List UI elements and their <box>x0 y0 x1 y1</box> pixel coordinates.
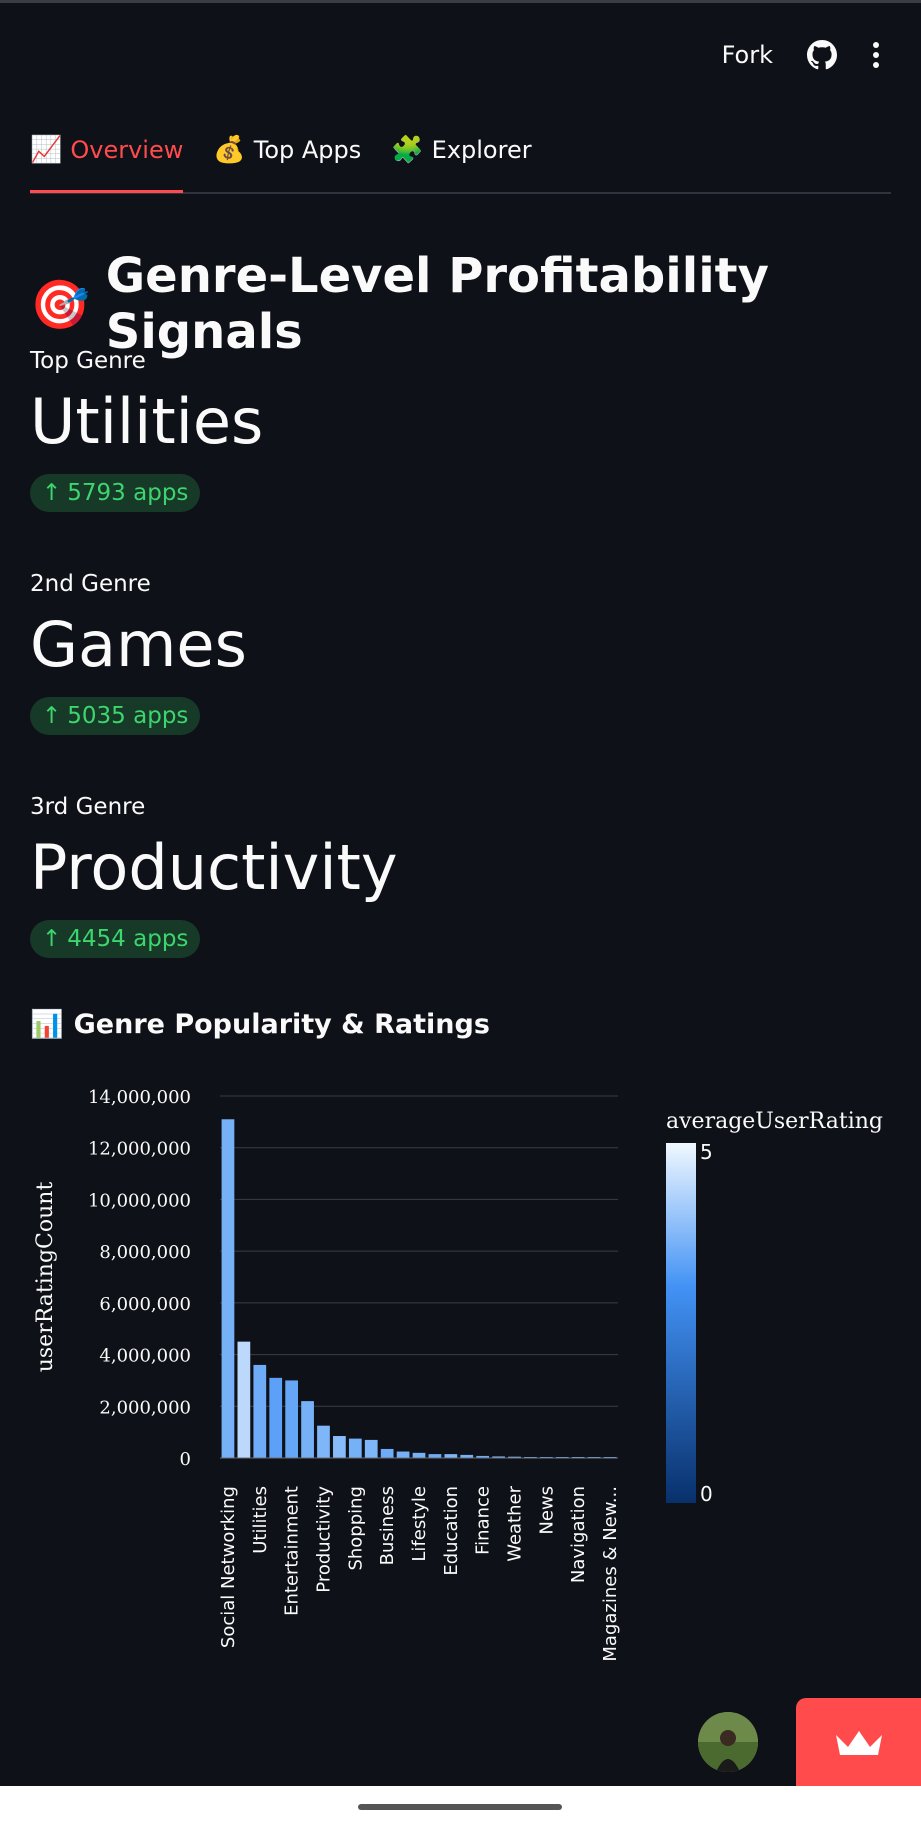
page-title: 🎯 Genre-Level Profitability Signals <box>30 248 921 360</box>
x-tick-label: Lifestyle <box>409 1486 430 1562</box>
bar-7 <box>333 1436 346 1458</box>
bar-12 <box>412 1452 426 1458</box>
bar-3 <box>269 1377 283 1458</box>
tab-label: Explorer <box>431 136 532 164</box>
github-icon[interactable] <box>807 40 837 70</box>
x-tick-label: News <box>536 1486 557 1535</box>
bar-9 <box>364 1439 378 1458</box>
x-tick-label: Business <box>377 1486 398 1565</box>
tab-top-apps[interactable]: 💰 Top Apps <box>213 130 361 170</box>
metric-value: Games <box>30 608 247 681</box>
page-title-text: Genre-Level Profitability Signals <box>105 248 769 360</box>
colorbar-title: averageUserRating <box>666 1109 883 1134</box>
genre-bar-chart[interactable]: 0 2,000,000 4,000,000 6,000,000 8,000,000 10,… <box>0 1070 921 1700</box>
arrow-up-icon: ↑ <box>42 480 62 507</box>
bar-14 <box>444 1454 458 1458</box>
tab-explorer[interactable]: 🧩 Explorer <box>391 130 531 170</box>
metric-delta: ↑ 4454 apps <box>30 920 201 959</box>
toolbar: Fork <box>722 40 881 70</box>
metric-value: Utilities <box>30 385 264 458</box>
y-axis-title: userRatingCount <box>33 1182 58 1373</box>
metric-label: 3rd Genre <box>30 794 146 820</box>
x-tick-label: Utilities <box>250 1486 271 1554</box>
crown-icon <box>835 1731 882 1755</box>
y-tick-label: 4,000,000 <box>99 1346 191 1367</box>
top-border <box>0 0 921 3</box>
metric-third-genre: 3rd Genre Productivity ↑ 4454 apps <box>30 794 398 959</box>
bar-5 <box>301 1401 314 1458</box>
x-tick-label: Finance <box>473 1486 494 1555</box>
x-tick-label: Entertainment <box>282 1486 303 1616</box>
metric-label: 2nd Genre <box>30 571 151 597</box>
y-tick-label: 0 <box>180 1449 191 1470</box>
metric-delta-text: 5035 apps <box>67 703 189 730</box>
y-tick-label: 2,000,000 <box>99 1397 191 1418</box>
target-icon: 🎯 <box>30 276 90 333</box>
y-tick-label: 6,000,000 <box>99 1294 191 1315</box>
y-tick-label: 14,000,000 <box>88 1087 191 1108</box>
metric-delta: ↑ 5793 apps <box>30 474 201 513</box>
bar-0 <box>221 1119 235 1458</box>
bar-4 <box>285 1380 299 1458</box>
bar-2 <box>253 1364 267 1458</box>
x-tick-label: Social Networking <box>218 1486 239 1648</box>
x-tick-label: Education <box>441 1486 462 1576</box>
x-tick-label: Navigation <box>568 1486 589 1583</box>
metric-second-genre: 2nd Genre Games ↑ 5035 apps <box>30 571 247 736</box>
vertical-dots-icon[interactable] <box>871 40 881 70</box>
streamlit-crown-button[interactable] <box>796 1698 921 1786</box>
puzzle-icon: 🧩 <box>391 135 424 165</box>
section-title-text: Genre Popularity & Ratings <box>73 1008 490 1040</box>
colorbar <box>666 1143 696 1503</box>
bar-13 <box>428 1454 442 1458</box>
home-indicator[interactable] <box>358 1804 562 1810</box>
money-bag-icon: 💰 <box>213 135 246 165</box>
x-tick-label: Productivity <box>313 1486 334 1593</box>
metric-value: Productivity <box>30 831 398 904</box>
colorbar-max-label: 5 <box>700 1140 713 1164</box>
tab-overview[interactable]: 📈 Overview <box>30 130 184 193</box>
metric-top-genre: Top Genre Utilities ↑ 5793 apps <box>30 348 264 513</box>
bar-6 <box>317 1425 330 1458</box>
metric-delta-text: 4454 apps <box>67 926 189 953</box>
bar-10 <box>380 1448 394 1458</box>
x-tick-label: Weather <box>505 1485 526 1561</box>
y-tick-label: 8,000,000 <box>99 1242 191 1263</box>
x-tick-label: Shopping <box>345 1486 366 1571</box>
tab-label: Overview <box>70 136 184 164</box>
arrow-up-icon: ↑ <box>42 703 62 730</box>
bar-11 <box>396 1451 410 1458</box>
bar-1 <box>237 1341 251 1458</box>
y-tick-label: 12,000,000 <box>88 1139 191 1160</box>
metric-delta: ↑ 5035 apps <box>30 697 201 736</box>
tab-bar: 📈 Overview 💰 Top Apps 🧩 Explorer <box>30 130 891 194</box>
bar-8 <box>348 1438 362 1458</box>
arrow-up-icon: ↑ <box>42 926 62 953</box>
chart-up-icon: 📈 <box>30 135 63 165</box>
bar-chart-icon: 📊 <box>30 1009 64 1040</box>
y-tick-label: 10,000,000 <box>88 1190 191 1211</box>
section-title: 📊 Genre Popularity & Ratings <box>30 1008 490 1041</box>
metric-delta-text: 5793 apps <box>67 480 189 507</box>
avatar[interactable] <box>698 1712 758 1772</box>
fork-link[interactable]: Fork <box>722 41 773 69</box>
colorbar-min-label: 0 <box>700 1482 713 1506</box>
tab-label: Top Apps <box>253 136 362 164</box>
metric-label: Top Genre <box>30 348 146 374</box>
x-tick-label: Magazines & New... <box>600 1486 621 1662</box>
